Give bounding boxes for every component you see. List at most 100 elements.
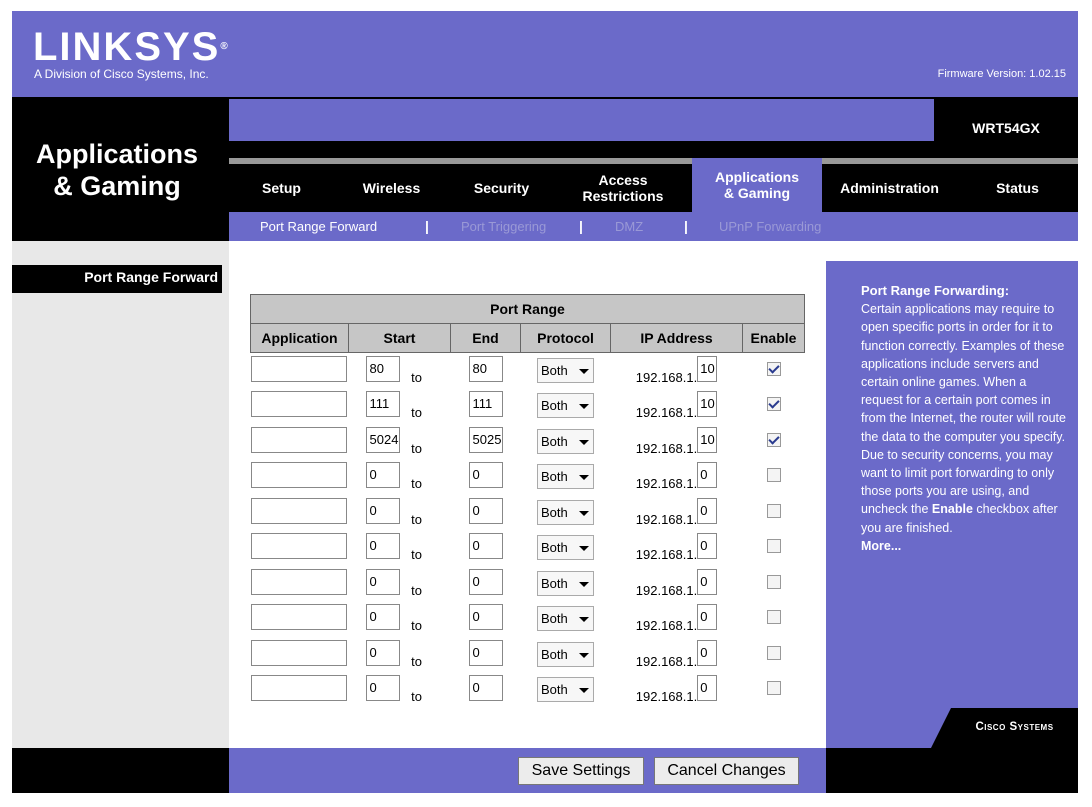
- start-port-input[interactable]: 80: [365, 356, 400, 382]
- end-port-input[interactable]: 0: [468, 604, 503, 631]
- protocol-select[interactable]: Both: [537, 606, 594, 632]
- to-label: to: [411, 476, 422, 492]
- save-settings-button[interactable]: Save Settings: [518, 757, 644, 785]
- start-port-input[interactable]: 0: [365, 533, 400, 560]
- ip-last-octet-input[interactable]: 10: [697, 356, 718, 382]
- subnav-port-range-forward[interactable]: Port Range Forward: [260, 219, 377, 234]
- cell-end: 111: [451, 388, 521, 424]
- protocol-select[interactable]: Both: [537, 641, 594, 667]
- subnav-dmz[interactable]: DMZ: [615, 219, 643, 234]
- application-input[interactable]: [250, 604, 347, 631]
- protocol-select[interactable]: Both: [537, 535, 594, 561]
- col-ip-address: IP Address: [610, 323, 743, 353]
- ip-last-octet-input[interactable]: 0: [697, 568, 718, 595]
- enable-checkbox[interactable]: [766, 574, 781, 589]
- ip-last-octet-input[interactable]: 0: [697, 497, 718, 524]
- application-input[interactable]: [250, 639, 347, 666]
- table-row: 0to 0 Both 192.168.1.0: [250, 459, 805, 495]
- tab-wireless[interactable]: Wireless: [334, 164, 449, 212]
- application-input[interactable]: [250, 675, 347, 702]
- model-name: WRT54GX: [972, 120, 1040, 136]
- application-input[interactable]: [250, 497, 347, 524]
- tab-security[interactable]: Security: [449, 164, 554, 212]
- subnav-upnp-forwarding[interactable]: UPnP Forwarding: [719, 219, 821, 234]
- end-port-input[interactable]: 0: [468, 639, 503, 666]
- start-port-input[interactable]: 0: [365, 639, 400, 666]
- protocol-select[interactable]: Both: [537, 428, 594, 454]
- tab-setup[interactable]: Setup: [229, 164, 334, 212]
- start-port-input[interactable]: 0: [365, 462, 400, 489]
- tab-access-restrictions[interactable]: Access Restrictions: [554, 164, 692, 212]
- end-port-input[interactable]: 0: [468, 675, 503, 702]
- application-input[interactable]: [250, 391, 347, 418]
- cell-start: 0 to: [349, 459, 451, 495]
- table-row: 111 to 111 Both 192.168.1.10: [250, 388, 805, 424]
- ip-last-octet-input[interactable]: 0: [697, 533, 718, 560]
- cell-end: 0: [451, 601, 521, 637]
- start-port-input[interactable]: 0: [365, 675, 400, 702]
- enable-checkbox[interactable]: [766, 397, 781, 412]
- enable-checkbox[interactable]: [766, 681, 781, 696]
- application-input[interactable]: [250, 462, 347, 489]
- end-port-input[interactable]: 5025: [468, 426, 503, 453]
- col-protocol: Protocol: [520, 323, 611, 353]
- protocol-select[interactable]: Both: [537, 393, 594, 419]
- table-row: 0to 0 Both 192.168.1.0: [250, 530, 805, 566]
- help-text: Port Range Forwarding: Certain applicati…: [861, 282, 1068, 555]
- application-input[interactable]: [250, 533, 347, 560]
- ip-last-octet-input[interactable]: 0: [697, 639, 718, 666]
- enable-checkbox[interactable]: [766, 503, 781, 518]
- tab-administration[interactable]: Administration: [822, 164, 957, 212]
- col-application: Application: [250, 323, 349, 353]
- cell-protocol: Both: [521, 353, 611, 389]
- application-input[interactable]: [250, 426, 347, 453]
- start-port-input[interactable]: 0: [365, 604, 400, 631]
- chevron-down-icon: [579, 617, 589, 623]
- cell-end: 0: [451, 495, 521, 531]
- cell-application: [250, 566, 349, 602]
- end-port-input[interactable]: 0: [468, 533, 503, 560]
- enable-checkbox[interactable]: [766, 539, 781, 554]
- protocol-select[interactable]: Both: [537, 464, 594, 490]
- start-port-input[interactable]: 0: [365, 568, 400, 595]
- protocol-select[interactable]: Both: [537, 677, 594, 703]
- col-start: Start: [348, 323, 451, 353]
- ip-prefix: 192.168.1.: [635, 653, 698, 669]
- protocol-select[interactable]: Both: [537, 358, 594, 383]
- ip-last-octet-input[interactable]: 10: [697, 391, 718, 418]
- ip-last-octet-input[interactable]: 0: [697, 604, 718, 631]
- to-label: to: [411, 547, 422, 563]
- subnav-port-triggering[interactable]: Port Triggering: [461, 219, 546, 234]
- enable-checkbox[interactable]: [766, 610, 781, 625]
- help-more-link[interactable]: More...: [861, 537, 1068, 555]
- firmware-version: Firmware Version: 1.02.15: [937, 68, 1066, 80]
- start-port-input[interactable]: 111: [365, 391, 400, 418]
- to-label: to: [411, 618, 422, 634]
- ip-last-octet-input[interactable]: 0: [697, 675, 718, 702]
- end-port-input[interactable]: 0: [468, 497, 503, 524]
- end-port-input[interactable]: 111: [468, 391, 503, 418]
- start-port-input[interactable]: 0: [365, 497, 400, 524]
- enable-checkbox[interactable]: [766, 362, 781, 376]
- cancel-changes-button[interactable]: Cancel Changes: [654, 757, 799, 785]
- enable-checkbox[interactable]: [766, 432, 781, 447]
- application-input[interactable]: [250, 568, 347, 595]
- ip-last-octet-input[interactable]: 10: [697, 426, 718, 453]
- col-enable: Enable: [742, 323, 805, 353]
- end-port-input[interactable]: 0: [468, 568, 503, 595]
- cell-start: 0 to: [349, 530, 451, 566]
- application-input[interactable]: [250, 356, 347, 382]
- section-title: Applications & Gaming: [35, 139, 198, 201]
- protocol-select[interactable]: Both: [537, 570, 594, 596]
- ip-prefix: 192.168.1.: [635, 582, 698, 598]
- enable-checkbox[interactable]: [766, 645, 781, 660]
- ip-last-octet-input[interactable]: 0: [697, 462, 718, 489]
- help-body: Certain applications may require to open…: [861, 302, 1066, 517]
- start-port-input[interactable]: 5024: [365, 426, 400, 453]
- tab-status[interactable]: Status: [957, 164, 1078, 212]
- end-port-input[interactable]: 0: [468, 462, 503, 489]
- end-port-input[interactable]: 80: [468, 356, 503, 382]
- protocol-select[interactable]: Both: [537, 499, 594, 525]
- enable-checkbox[interactable]: [766, 468, 781, 483]
- tab-applications-gaming[interactable]: Applications & Gaming: [692, 158, 822, 212]
